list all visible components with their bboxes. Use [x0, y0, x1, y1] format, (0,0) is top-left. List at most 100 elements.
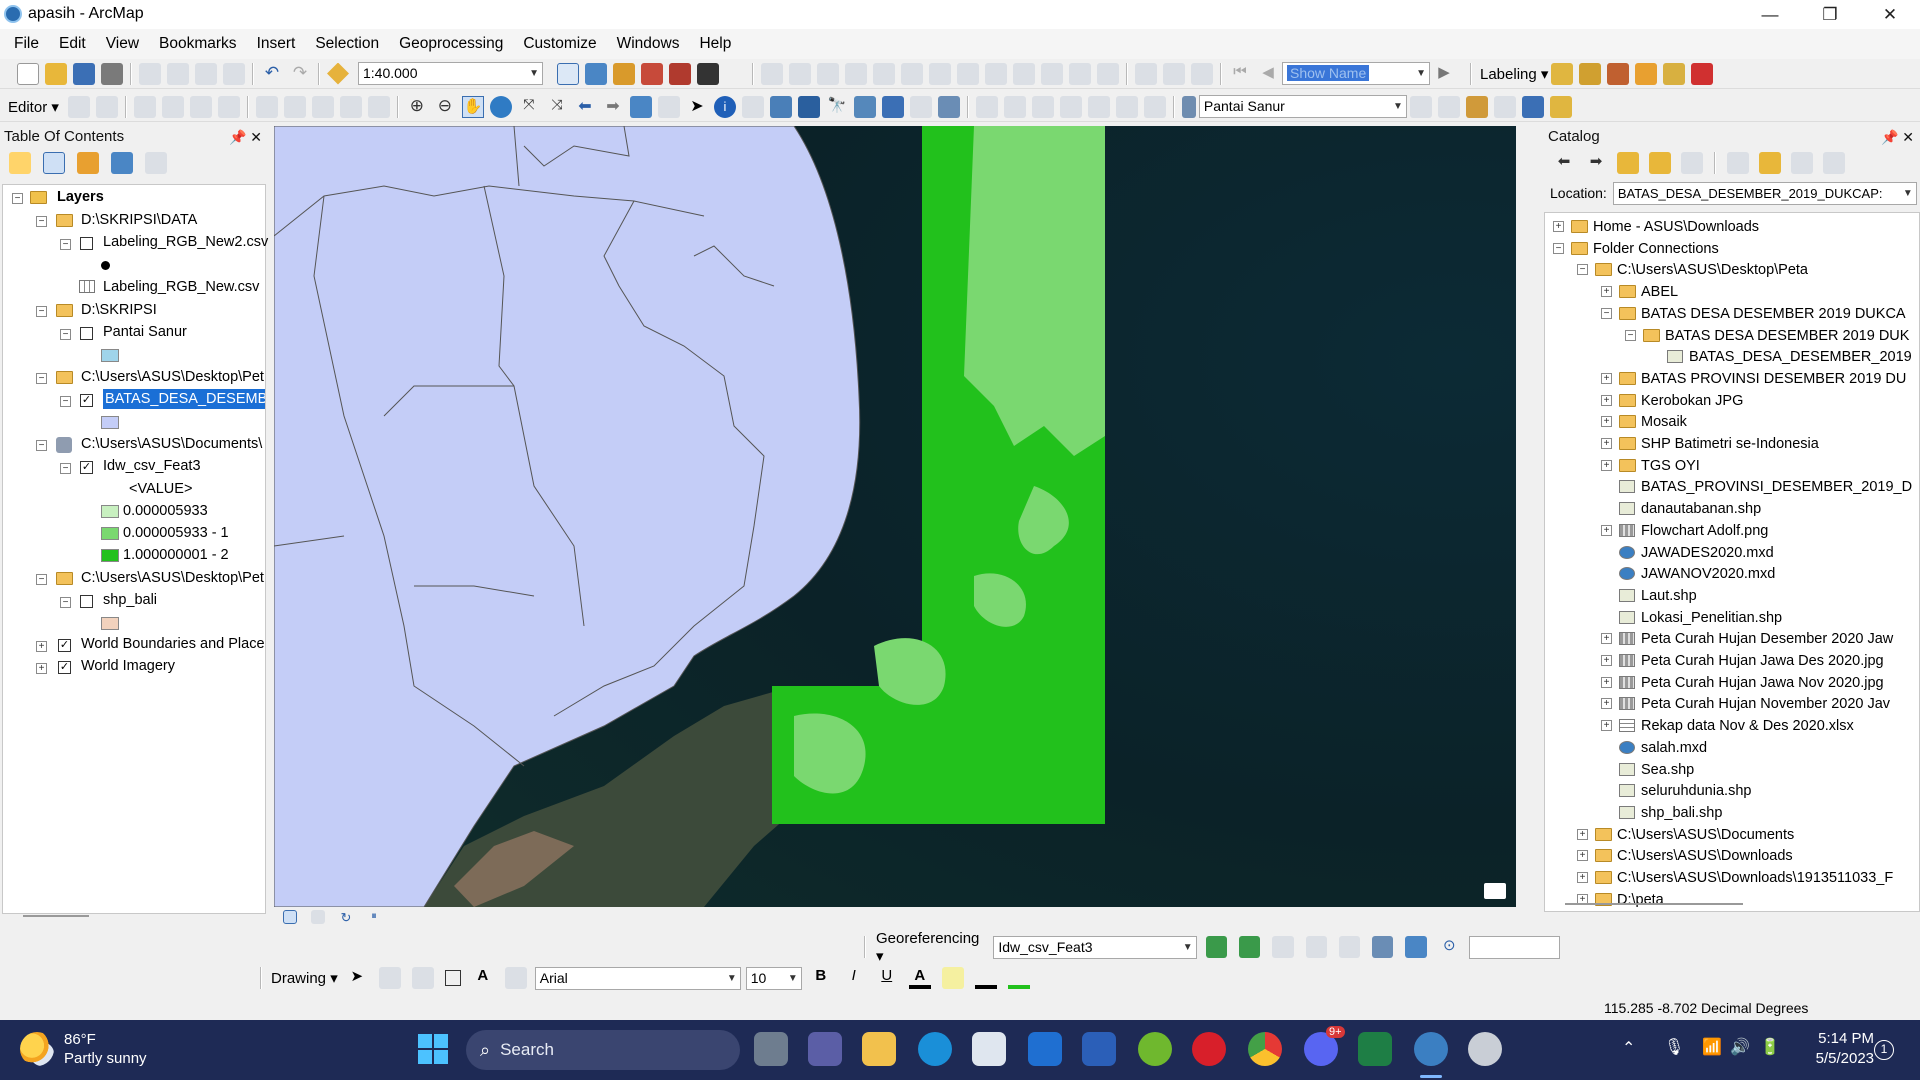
- go-to-xy-icon[interactable]: [881, 95, 904, 118]
- catalog-item[interactable]: Home - ASUS\Downloads: [1593, 217, 1915, 237]
- view-link-table-icon[interactable]: [1338, 936, 1361, 958]
- collapse-icon[interactable]: −: [1625, 329, 1636, 341]
- pause-drawing-icon[interactable]: ⏸: [367, 910, 381, 924]
- font-size-combo[interactable]: 10 ▼: [745, 966, 802, 990]
- notification-count[interactable]: 1: [1874, 1040, 1894, 1060]
- edit-vertices-icon[interactable]: [789, 62, 811, 85]
- rotate-icon[interactable]: [901, 62, 923, 85]
- data-view-icon[interactable]: [283, 910, 297, 924]
- refresh-icon[interactable]: ↻: [339, 910, 353, 925]
- layer-properties-icon[interactable]: [1521, 95, 1544, 118]
- label-weight-icon[interactable]: [1607, 62, 1630, 85]
- clear-selection-icon[interactable]: [657, 95, 680, 118]
- reshape-icon[interactable]: [817, 62, 839, 85]
- collapse-icon[interactable]: −: [60, 329, 71, 340]
- word-icon[interactable]: [1082, 1032, 1116, 1066]
- back-extent-icon[interactable]: ⬅: [574, 96, 596, 118]
- close-panel-icon[interactable]: ✕: [250, 129, 262, 145]
- clock-time[interactable]: 5:14 PM: [1806, 1030, 1874, 1047]
- georef-viewer-icon[interactable]: [1405, 936, 1427, 958]
- collapse-icon[interactable]: −: [1601, 307, 1612, 319]
- taskbar-search[interactable]: ⌕ Search: [466, 1030, 740, 1070]
- collapse-icon[interactable]: −: [60, 597, 71, 608]
- catalog-item[interactable]: TGS OYI: [1641, 456, 1915, 476]
- catalog-item[interactable]: Peta Curah Hujan Jawa Des 2020.jpg: [1641, 651, 1915, 671]
- hyperlink-icon[interactable]: [741, 95, 764, 118]
- views-icon[interactable]: [1727, 152, 1749, 174]
- list-by-selection-icon[interactable]: [111, 152, 133, 174]
- layer-world-imagery[interactable]: World Imagery: [81, 656, 175, 676]
- catalog-item[interactable]: Flowchart Adolf.png: [1641, 521, 1915, 541]
- georef-tool-5-icon[interactable]: [1087, 95, 1110, 118]
- layer-shp-bali[interactable]: shp_bali: [103, 590, 157, 610]
- menu-customize[interactable]: Customize: [513, 29, 606, 59]
- minimize-button[interactable]: —: [1740, 0, 1800, 29]
- layer-combo[interactable]: Pantai Sanur ▼: [1198, 95, 1407, 118]
- list-by-drawing-order-icon[interactable]: [9, 152, 31, 174]
- collapse-icon[interactable]: −: [36, 216, 47, 227]
- catalog-item[interactable]: danautabanan.shp: [1641, 499, 1915, 519]
- view-unplaced-labels-icon[interactable]: [1691, 62, 1714, 85]
- magnifier-icon[interactable]: ⊙: [1439, 936, 1460, 958]
- pause-labeling-icon[interactable]: [1663, 62, 1686, 85]
- task-view-icon[interactable]: [754, 1032, 788, 1066]
- layer-visibility-checkbox[interactable]: [80, 327, 93, 340]
- expand-icon[interactable]: +: [1601, 416, 1612, 428]
- wifi-icon[interactable]: 📶: [1702, 1037, 1722, 1057]
- arcmap-taskbar-icon[interactable]: [1414, 1032, 1448, 1066]
- label-manager-icon[interactable]: [1551, 62, 1574, 85]
- layer-visibility-checkbox[interactable]: [80, 595, 93, 608]
- rotate-tool-icon[interactable]: [283, 95, 306, 118]
- collapse-icon[interactable]: −: [36, 440, 47, 451]
- select-elements-icon[interactable]: ➤: [686, 96, 708, 118]
- collapse-icon[interactable]: −: [60, 239, 71, 250]
- back-icon[interactable]: ⬅: [1553, 152, 1575, 174]
- expand-icon[interactable]: +: [1601, 633, 1612, 645]
- full-extent-icon[interactable]: [489, 95, 512, 118]
- catalog-item[interactable]: Rekap data Nov & Des 2020.xlsx: [1641, 716, 1915, 736]
- transparency-icon[interactable]: [1493, 95, 1516, 118]
- catalog-item[interactable]: SHP Batimetri se-Indonesia: [1641, 434, 1915, 454]
- drawing-menu[interactable]: Drawing ▾: [271, 969, 338, 987]
- list-by-source-icon[interactable]: [43, 152, 65, 174]
- up-one-level-icon[interactable]: [1617, 152, 1639, 174]
- italic-button[interactable]: I: [843, 967, 865, 989]
- shift-georef-icon[interactable]: [1238, 936, 1261, 958]
- collapse-icon[interactable]: −: [1577, 264, 1588, 276]
- catalog-item[interactable]: BATAS_PROVINSI_DESEMBER_2019_D: [1641, 477, 1915, 497]
- catalog-item[interactable]: JAWADES2020.mxd: [1641, 543, 1915, 563]
- zoom-in-icon[interactable]: ⊕: [406, 96, 428, 118]
- identify-icon[interactable]: i: [713, 95, 736, 118]
- label-priority-icon[interactable]: [1579, 62, 1602, 85]
- arctoolbox-icon[interactable]: [669, 62, 691, 85]
- layer-pantai-sanur[interactable]: Pantai Sanur: [103, 322, 187, 342]
- time-slider-icon[interactable]: [909, 95, 932, 118]
- catalog-item[interactable]: D:\peta: [1617, 890, 1915, 910]
- redo-icon[interactable]: ↷: [289, 63, 311, 85]
- menu-edit[interactable]: Edit: [49, 29, 96, 59]
- layer-idw-csv-feat3[interactable]: Idw_csv_Feat3: [103, 456, 201, 476]
- collapse-icon[interactable]: −: [36, 306, 47, 317]
- menu-bookmarks[interactable]: Bookmarks: [149, 29, 247, 59]
- layer-tools-icon[interactable]: [1549, 95, 1572, 118]
- catalog-item[interactable]: C:\Users\ASUS\Documents: [1617, 825, 1915, 845]
- sketch-icon[interactable]: [957, 62, 979, 85]
- print-icon[interactable]: [101, 62, 123, 85]
- georef-tool-3-icon[interactable]: [1031, 95, 1054, 118]
- layer-world-boundaries[interactable]: World Boundaries and Place: [81, 634, 265, 654]
- pin-icon[interactable]: 📌: [229, 129, 246, 145]
- catalog-item[interactable]: BATAS DESA DESEMBER 2019 DUK: [1665, 326, 1915, 346]
- split-icon[interactable]: [873, 62, 895, 85]
- map-view[interactable]: [274, 126, 1516, 907]
- create-viewer-icon[interactable]: [937, 95, 960, 118]
- start-button[interactable]: [418, 1034, 448, 1064]
- expand-icon[interactable]: +: [1553, 221, 1564, 232]
- python-window-icon[interactable]: [697, 62, 719, 85]
- teams-icon[interactable]: [808, 1032, 842, 1066]
- straight-segment-icon[interactable]: [133, 95, 156, 118]
- show-hidden-icons-icon[interactable]: ⌃: [1622, 1038, 1635, 1058]
- maximize-button[interactable]: ❐: [1800, 0, 1860, 29]
- fill-color-icon[interactable]: [941, 967, 964, 989]
- show-name-combo[interactable]: Show Name ▼: [1282, 62, 1430, 85]
- layer-batas-desa-selected[interactable]: BATAS_DESA_DESEMBER: [103, 389, 265, 409]
